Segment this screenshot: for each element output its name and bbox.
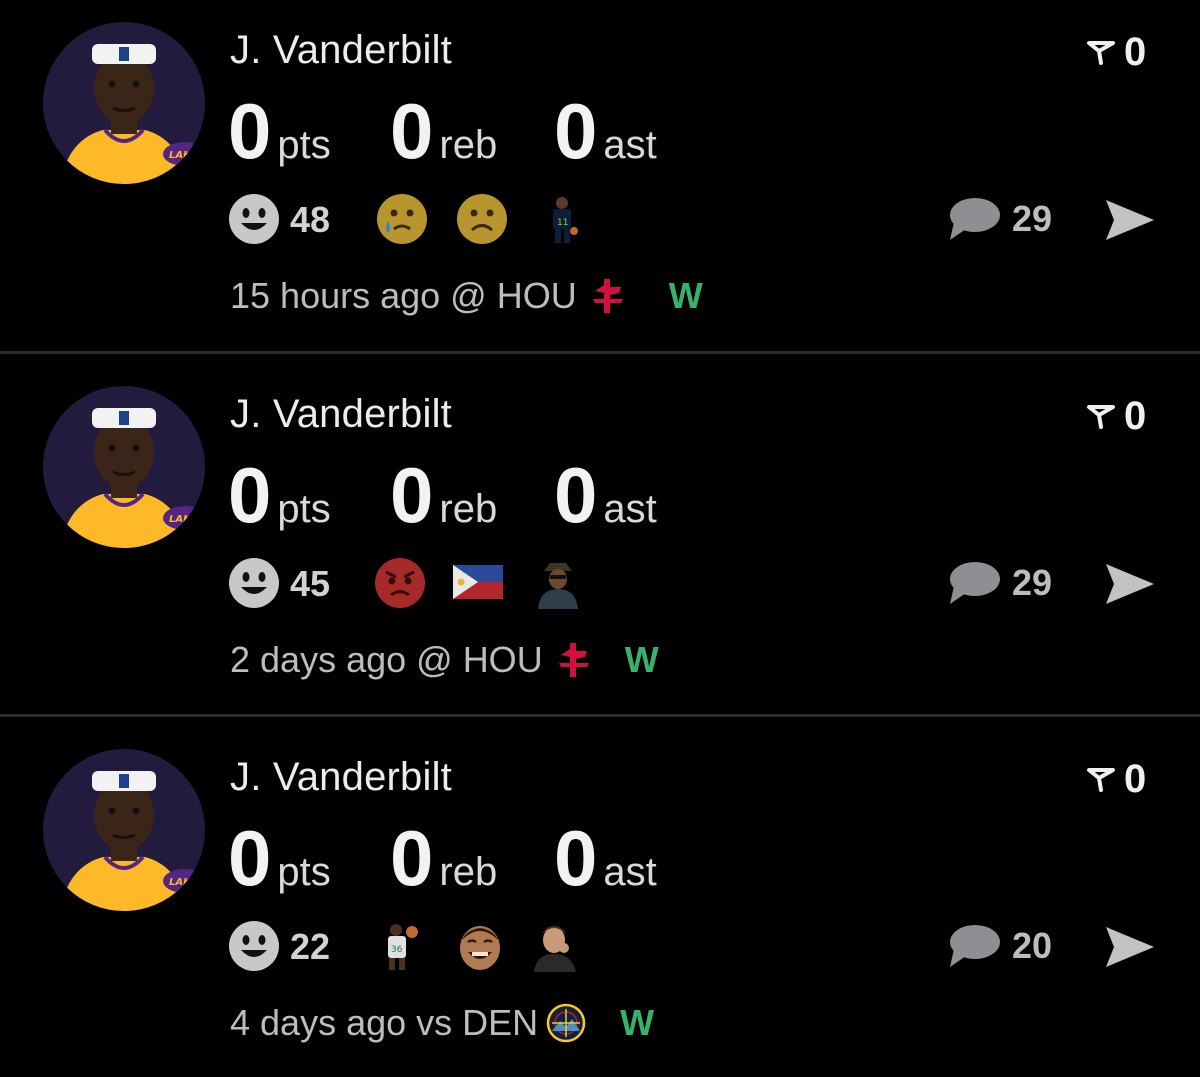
comment-bubble-icon xyxy=(950,925,1000,967)
svg-text:36: 36 xyxy=(391,945,403,955)
laughing-man-sticker-icon[interactable] xyxy=(454,920,506,972)
player-avatar[interactable]: LAKERS xyxy=(43,386,205,548)
stat-unit: reb xyxy=(439,487,498,531)
flag-counter[interactable]: 0 xyxy=(1086,393,1147,438)
lakers-logo-icon: LAKERS xyxy=(163,506,213,530)
comment-count: 20 xyxy=(1012,925,1053,966)
divider xyxy=(0,351,1200,354)
comments-button[interactable]: 29 xyxy=(948,558,1052,608)
flag-icon xyxy=(1087,768,1115,792)
stat-unit: ast xyxy=(603,850,657,894)
flag-counter[interactable]: 0 xyxy=(1086,756,1147,801)
comment-count: 29 xyxy=(1012,198,1053,239)
divider xyxy=(0,714,1200,717)
comment-count: 29 xyxy=(1012,562,1053,603)
stat-unit: reb xyxy=(439,123,498,167)
stat-unit: pts xyxy=(277,850,331,894)
svg-text:11: 11 xyxy=(557,218,568,228)
time-ago: 15 hours ago xyxy=(230,275,441,316)
stat-rebounds: 0 reb xyxy=(390,92,497,170)
comment-bubble-icon xyxy=(950,198,1000,240)
flag-count: 0 xyxy=(1124,756,1147,801)
smiley-icon[interactable] xyxy=(228,193,280,245)
person-sticker-icon[interactable] xyxy=(530,920,582,972)
share-icon[interactable] xyxy=(1104,198,1156,242)
stat-value: 0 xyxy=(228,451,272,539)
stat-value: 0 xyxy=(390,814,434,902)
flag-count: 0 xyxy=(1124,393,1147,438)
share-icon[interactable] xyxy=(1104,562,1156,606)
flag-counter[interactable]: 0 xyxy=(1086,29,1147,74)
stat-points: 0 pts xyxy=(228,456,331,534)
stat-unit: pts xyxy=(277,487,331,531)
player-sticker-icon[interactable]: 11 xyxy=(536,193,588,245)
flag-icon xyxy=(1087,41,1115,65)
frowning-emoji-icon[interactable] xyxy=(456,193,508,245)
svg-text:LAKERS: LAKERS xyxy=(169,150,213,161)
stat-value: 0 xyxy=(554,451,598,539)
svg-text:LAKERS: LAKERS xyxy=(169,877,213,888)
game-post-card[interactable]: LAKERS J. Vanderbilt 0pts 0reb 0ast 0 xyxy=(0,727,1200,1077)
share-icon[interactable] xyxy=(1104,925,1156,969)
matchup: vs DEN xyxy=(416,1002,539,1043)
game-feed: LAKERS J. Vanderbilt 0pts 0reb 0ast 0 xyxy=(0,0,1200,1061)
stat-assists: 0 ast xyxy=(554,92,657,170)
stat-unit: pts xyxy=(277,123,331,167)
stat-unit: reb xyxy=(439,850,498,894)
time-ago: 2 days ago xyxy=(230,639,407,680)
player-sticker-icon[interactable]: 36 xyxy=(374,920,426,972)
stat-unit: ast xyxy=(603,123,657,167)
comments-button[interactable]: 20 xyxy=(948,921,1052,971)
game-result: W xyxy=(624,639,659,680)
svg-text:LAKERS: LAKERS xyxy=(169,514,213,525)
time-ago: 4 days ago xyxy=(230,1002,407,1043)
game-info[interactable]: 15 hours ago @ HOU W xyxy=(230,274,703,318)
stat-value: 0 xyxy=(228,814,272,902)
lakers-logo-icon: LAKERS xyxy=(163,869,213,893)
flag-icon xyxy=(1087,405,1115,429)
player-name[interactable]: J. Vanderbilt xyxy=(230,392,452,437)
stat-value: 0 xyxy=(390,87,434,175)
game-post-card[interactable]: LAKERS J. Vanderbilt 0pts 0reb 0ast 0 xyxy=(0,364,1200,714)
person-sticker-icon[interactable] xyxy=(532,557,584,609)
nuggets-logo-icon xyxy=(546,1003,586,1043)
lakers-logo-icon: LAKERS xyxy=(163,142,213,166)
matchup: @ HOU xyxy=(450,275,577,316)
smiley-icon[interactable] xyxy=(228,920,280,972)
game-info[interactable]: 4 days ago vs DEN W xyxy=(230,1001,654,1045)
stat-points: 0 pts xyxy=(228,819,331,897)
player-name[interactable]: J. Vanderbilt xyxy=(230,28,452,73)
stat-value: 0 xyxy=(228,87,272,175)
game-result: W xyxy=(668,275,703,316)
philippines-flag-icon[interactable] xyxy=(452,557,504,609)
stat-rebounds: 0 reb xyxy=(390,456,497,534)
stat-value: 0 xyxy=(554,87,598,175)
flag-count: 0 xyxy=(1124,29,1147,74)
matchup: @ HOU xyxy=(416,639,543,680)
player-name[interactable]: J. Vanderbilt xyxy=(230,755,452,800)
reaction-count: 45 xyxy=(290,563,331,604)
angry-emoji-icon[interactable] xyxy=(374,557,426,609)
stat-value: 0 xyxy=(554,814,598,902)
reaction-count: 22 xyxy=(290,926,331,967)
stat-assists: 0 ast xyxy=(554,819,657,897)
game-post-card[interactable]: LAKERS J. Vanderbilt 0pts 0reb 0ast 0 xyxy=(0,0,1200,350)
reaction-count: 48 xyxy=(290,199,331,240)
comment-bubble-icon xyxy=(950,562,1000,604)
stat-assists: 0 ast xyxy=(554,456,657,534)
game-result: W xyxy=(620,1002,655,1043)
stat-value: 0 xyxy=(390,451,434,539)
player-avatar[interactable]: LAKERS xyxy=(43,749,205,911)
stat-rebounds: 0 reb xyxy=(390,819,497,897)
stat-points: 0 pts xyxy=(228,92,331,170)
stat-unit: ast xyxy=(603,487,657,531)
player-avatar[interactable]: LAKERS xyxy=(43,22,205,184)
rockets-logo-icon xyxy=(558,643,589,677)
sad-tear-emoji-icon[interactable] xyxy=(376,193,428,245)
smiley-icon[interactable] xyxy=(228,557,280,609)
rockets-logo-icon xyxy=(592,279,623,313)
comments-button[interactable]: 29 xyxy=(948,194,1052,244)
game-info[interactable]: 2 days ago @ HOU W xyxy=(230,638,659,682)
